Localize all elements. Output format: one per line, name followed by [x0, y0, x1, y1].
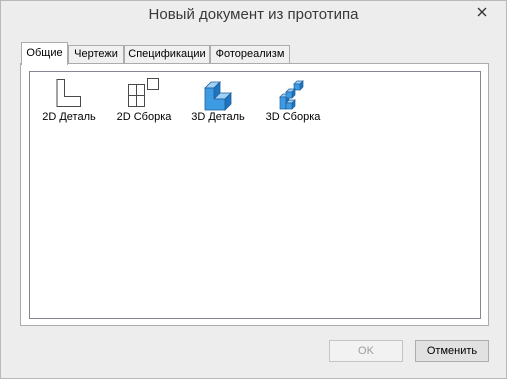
tab-general[interactable]: Общие [21, 42, 68, 65]
2d-assembly-icon [128, 78, 159, 107]
prototype-item-3d-assembly[interactable]: 3D Сборка [255, 78, 331, 128]
prototype-list[interactable]: 2D Деталь 2D Сборка 3D Деталь 3D Сборка [29, 71, 481, 319]
tab-specifications[interactable]: Спецификации [124, 45, 210, 63]
dialog-window: Новый документ из прототипа Общие Чертеж… [0, 0, 507, 379]
close-icon [477, 7, 487, 17]
ok-button[interactable]: OK [329, 340, 403, 362]
window-title: Новый документ из прототипа [148, 6, 359, 23]
3d-assembly-icon [279, 80, 304, 110]
cancel-button[interactable]: Отменить [415, 340, 489, 362]
tab-drawings[interactable]: Чертежи [68, 45, 124, 63]
prototype-item-2d-assembly[interactable]: 2D Сборка [106, 78, 182, 128]
prototype-item-label: 2D Деталь [42, 111, 96, 123]
tab-photorealism[interactable]: Фотореализм [210, 45, 290, 63]
title-bar: Новый документ из прототипа [1, 1, 506, 32]
tab-panel: 2D Деталь 2D Сборка 3D Деталь 3D Сборка [20, 63, 489, 326]
prototype-item-label: 3D Сборка [265, 111, 321, 123]
prototype-item-label: 3D Деталь [191, 111, 245, 123]
prototype-item-label: 2D Сборка [116, 111, 172, 123]
prototype-item-2d-part[interactable]: 2D Деталь [31, 78, 107, 128]
2d-part-icon [56, 79, 81, 107]
prototype-item-3d-part[interactable]: 3D Деталь [180, 78, 256, 128]
3d-part-icon [204, 81, 232, 111]
close-button[interactable] [468, 2, 496, 22]
